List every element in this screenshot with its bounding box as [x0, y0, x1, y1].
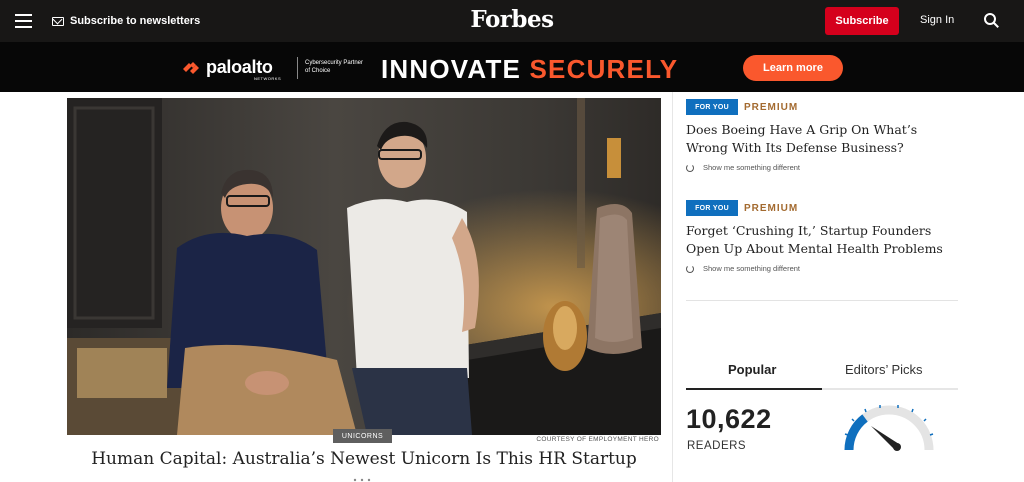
search-icon[interactable]	[984, 13, 999, 28]
ad-brand-name: paloalto	[206, 57, 273, 77]
image-caption-row: UNICORNS COURTESY OF EMPLOYMENT HERO	[67, 429, 661, 443]
refresh-icon	[686, 163, 694, 172]
show-something-different-label: Show me something different	[703, 264, 800, 273]
recommendation-title[interactable]: Does Boeing Have A Grip On What’s Wrong …	[686, 121, 958, 157]
forbes-logo[interactable]: Forbes	[464, 6, 560, 33]
tab-popular[interactable]: Popular	[728, 362, 776, 377]
ad-tagline: Cybersecurity Partner of Choice	[305, 60, 364, 74]
photo-credit: COURTESY OF EMPLOYMENT HERO	[536, 436, 659, 443]
column-divider	[672, 92, 673, 482]
ad-headline-part2: SECURELY	[529, 54, 679, 84]
ad-learn-more-button[interactable]: Learn more	[743, 55, 843, 81]
mail-icon	[52, 16, 64, 26]
sign-in-link[interactable]: Sign In	[920, 14, 954, 26]
for-you-badge: FOR YOU	[686, 99, 738, 115]
more-dots-icon	[353, 478, 371, 482]
popular-list-item[interactable]	[697, 476, 897, 482]
ad-banner[interactable]: paloalto NETWORKS Cybersecurity Partner …	[0, 42, 1024, 92]
recommendation-card: FOR YOU PREMIUM Forget ‘Crushing It,’ St…	[686, 200, 958, 273]
show-something-different-label: Show me something different	[703, 163, 800, 172]
top-navigation: Subscribe to newsletters Forbes Subscrib…	[0, 0, 1024, 42]
show-something-different-button[interactable]: Show me something different	[686, 163, 958, 172]
popular-tabs: Popular Editors’ Picks	[686, 356, 958, 390]
readers-label: READERS	[687, 440, 747, 452]
premium-label: PREMIUM	[744, 101, 799, 113]
paloalto-logo-icon	[183, 62, 199, 74]
recommendation-card: FOR YOU PREMIUM Does Boeing Have A Grip …	[686, 99, 958, 172]
show-something-different-button[interactable]: Show me something different	[686, 264, 958, 273]
refresh-icon	[686, 264, 694, 273]
subscribe-newsletters-label: Subscribe to newsletters	[70, 15, 201, 27]
readers-gauge-icon	[844, 405, 934, 451]
article-tag[interactable]: UNICORNS	[333, 429, 392, 443]
ad-headline-part1: INNOVATE	[381, 54, 530, 84]
readers-count: 10,622	[686, 404, 772, 434]
ad-headline: INNOVATE SECURELY	[381, 54, 678, 85]
menu-icon[interactable]	[15, 14, 32, 28]
for-you-badge: FOR YOU	[686, 200, 738, 216]
article-headline[interactable]: Human Capital: Australia’s Newest Unicor…	[67, 449, 661, 469]
ad-divider	[297, 57, 298, 79]
article-hero-image[interactable]	[67, 98, 661, 435]
section-divider	[686, 300, 958, 301]
subscribe-newsletters-link[interactable]: Subscribe to newsletters	[52, 13, 200, 29]
subscribe-button[interactable]: Subscribe	[825, 7, 899, 35]
recommendation-title[interactable]: Forget ‘Crushing It,’ Startup Founders O…	[686, 222, 958, 258]
tab-active-indicator	[686, 388, 822, 390]
premium-label: PREMIUM	[744, 202, 799, 214]
tab-editors-picks[interactable]: Editors’ Picks	[845, 362, 923, 377]
ad-brand-sub: NETWORKS	[254, 76, 282, 81]
